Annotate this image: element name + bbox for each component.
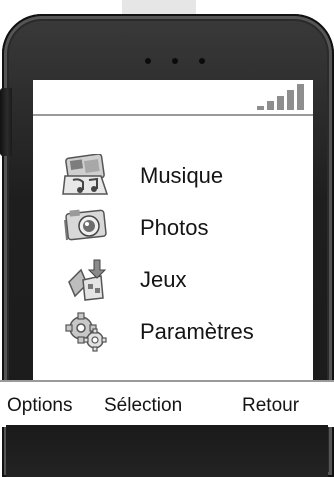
speaker-hole <box>145 58 151 64</box>
sensor-hole <box>199 58 205 64</box>
phone-chin <box>6 425 328 477</box>
menu-item-photos[interactable]: Photos <box>33 202 313 254</box>
games-icon <box>68 259 107 301</box>
phone-screen: Musique Photos Jeux Paramètres Options S… <box>0 80 334 427</box>
signal-bar-3 <box>277 96 284 110</box>
options-softkey[interactable]: Options <box>7 388 72 424</box>
camera-icon <box>64 209 107 241</box>
signal-strength-icon <box>257 84 304 110</box>
menu-item-parametres[interactable]: Paramètres <box>33 306 313 358</box>
side-key[interactable] <box>0 88 12 156</box>
menu-item-label: Paramètres <box>140 319 254 344</box>
front-camera <box>172 58 178 64</box>
softkey-bar: Options Sélection Retour <box>0 380 334 427</box>
menu-item-label: Musique <box>140 163 224 188</box>
signal-bar-5 <box>297 84 304 110</box>
status-bar <box>33 80 313 116</box>
menu-item-jeux[interactable]: Jeux <box>33 254 313 306</box>
signal-bar-1 <box>257 106 264 110</box>
menu-item-label: Jeux <box>140 267 187 292</box>
main-menu: Musique Photos Jeux Paramètres <box>33 116 313 380</box>
stage: Musique Photos Jeux Paramètres Options S… <box>0 0 334 477</box>
menu-item-musique[interactable]: Musique <box>33 150 313 202</box>
back-softkey[interactable]: Retour <box>242 388 299 424</box>
selection-softkey[interactable]: Sélection <box>104 388 182 424</box>
music-icon <box>62 154 109 195</box>
signal-bar-2 <box>267 101 274 110</box>
settings-gear-icon <box>65 312 107 352</box>
menu-item-label: Photos <box>140 215 209 240</box>
signal-bar-4 <box>287 90 294 110</box>
